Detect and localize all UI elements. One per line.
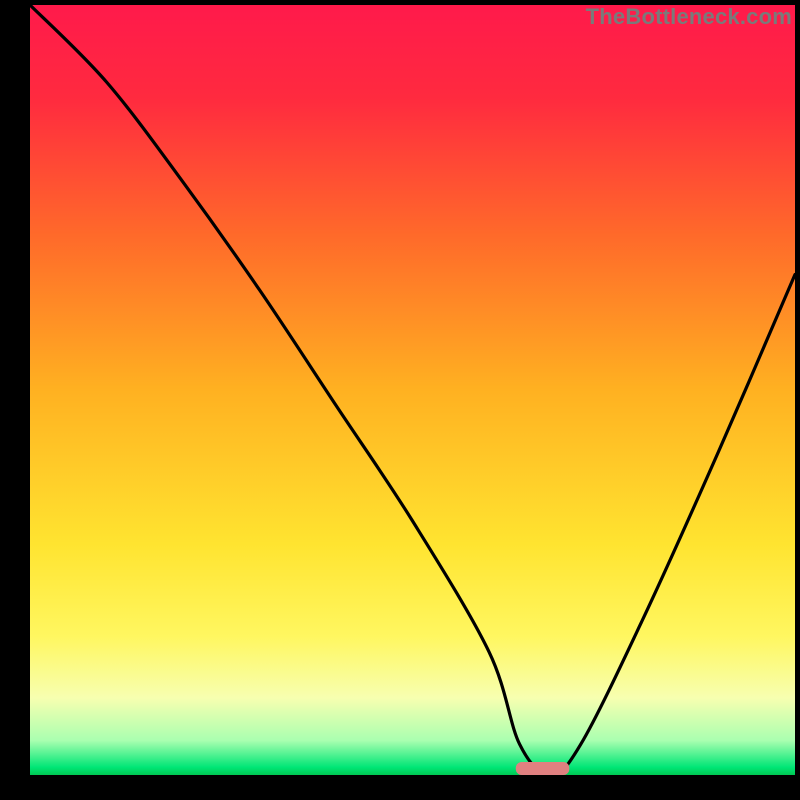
chart-svg bbox=[0, 0, 800, 800]
optimum-marker bbox=[516, 762, 570, 775]
bottleneck-chart: TheBottleneck.com bbox=[0, 0, 800, 800]
watermark-text: TheBottleneck.com bbox=[586, 4, 792, 30]
plot-background bbox=[30, 5, 795, 775]
